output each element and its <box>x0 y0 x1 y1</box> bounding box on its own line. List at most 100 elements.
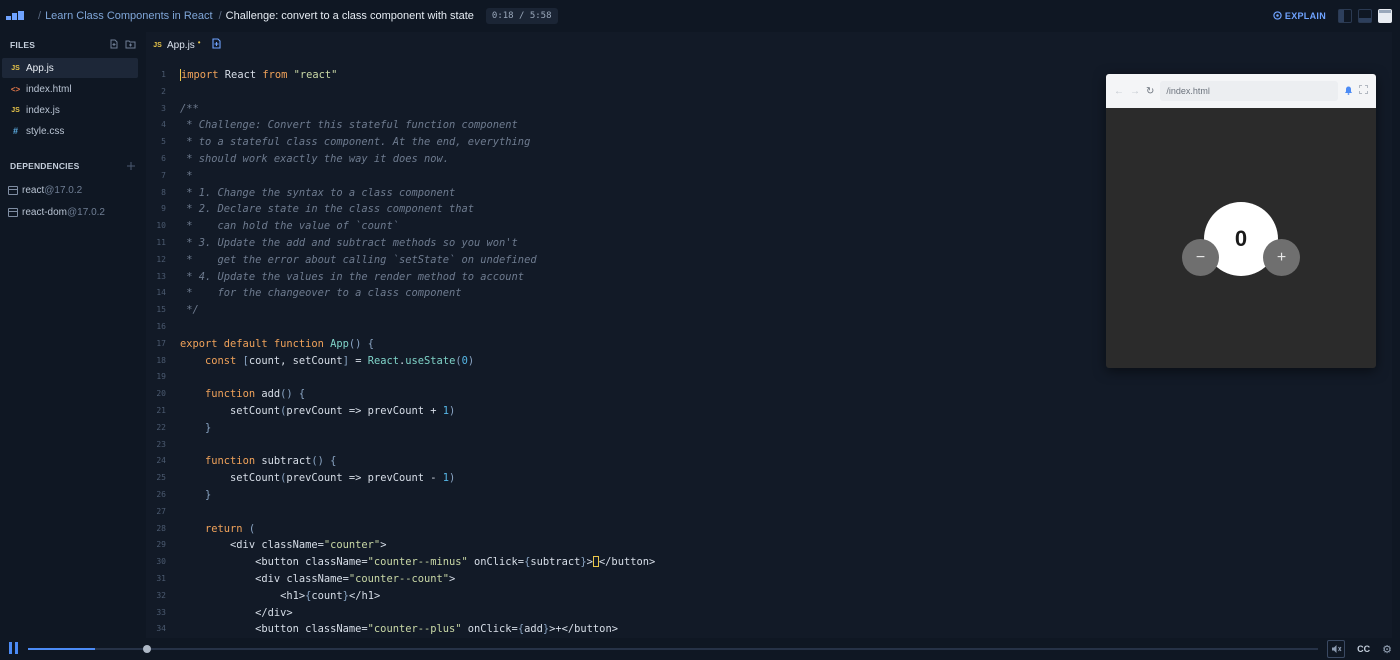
code-token: onClick= <box>467 556 525 569</box>
layout-fullscreen-icon[interactable] <box>1378 9 1392 23</box>
line-number: 2 <box>161 86 166 96</box>
line-number: 28 <box>156 523 166 533</box>
pause-icon[interactable] <box>9 642 21 656</box>
code-line: 24 function subtract() { <box>146 453 1392 470</box>
new-folder-icon[interactable] <box>125 39 136 52</box>
code-line: 23 <box>146 437 1392 454</box>
preview-address-bar: ← → ↻ /index.html <box>1106 74 1376 108</box>
captions-button[interactable]: CC <box>1357 644 1370 654</box>
code-line: 26 } <box>146 487 1392 504</box>
code-line: 28 return ( <box>146 521 1392 538</box>
file-item-index-js[interactable]: JS index.js <box>2 100 138 120</box>
preview-url-field[interactable]: /index.html <box>1160 81 1338 101</box>
counter-plus-button[interactable]: + <box>1263 239 1300 276</box>
new-file-icon[interactable] <box>109 39 119 52</box>
line-number: 33 <box>156 607 166 617</box>
code-line: 27 <box>146 504 1392 521</box>
code-token: prevCount => prevCount + <box>286 404 443 417</box>
line-number: 4 <box>161 120 166 130</box>
progress-track[interactable] <box>28 645 1318 653</box>
line-text: * 1. Change the syntax to a class compon… <box>180 185 455 202</box>
file-item-index-html[interactable]: <> index.html <box>2 79 138 99</box>
file-item-style-css[interactable]: # style.css <box>2 121 138 141</box>
expand-icon[interactable] <box>1359 85 1368 97</box>
line-number: 20 <box>156 389 166 399</box>
code-token: * can hold the value of `count` <box>180 220 399 233</box>
code-token: <button className= <box>180 623 368 636</box>
counter-minus-button[interactable]: − <box>1182 239 1219 276</box>
code-token: * <box>180 169 193 182</box>
breadcrumb-lesson-title: Challenge: convert to a class component … <box>225 10 474 22</box>
code-token: ) <box>449 472 456 485</box>
code-token: from <box>262 69 288 81</box>
line-text: * <box>180 168 193 185</box>
files-header: FILES <box>0 32 146 58</box>
unsaved-indicator: • <box>197 37 201 47</box>
code-token: } <box>205 488 212 501</box>
line-text: <button className="counter--plus" onClic… <box>180 621 618 638</box>
dependency-name: react <box>22 184 45 196</box>
line-number: 31 <box>156 573 166 583</box>
volume-icon[interactable] <box>1327 640 1346 658</box>
dependency-react-dom[interactable]: react-dom @17.0.2 <box>0 201 146 223</box>
forward-arrow-icon[interactable]: → <box>1130 86 1140 97</box>
line-number: 25 <box>156 473 166 483</box>
code-token: * 4. Update the values in the render met… <box>180 270 525 283</box>
code-token: count, setCount <box>248 354 343 367</box>
new-tab-icon[interactable] <box>211 38 222 52</box>
code-token: subtract <box>261 455 312 468</box>
code-token: * get the error about calling `setState`… <box>180 253 537 266</box>
dependency-list: react @17.0.2 react-dom @17.0.2 <box>0 179 146 223</box>
line-text: function add() { <box>180 386 305 403</box>
dependency-react[interactable]: react @17.0.2 <box>0 179 146 201</box>
code-token: ( <box>248 522 256 535</box>
top-bar: / Learn Class Components in React / Chal… <box>0 0 1400 32</box>
line-text: * 3. Update the add and subtract methods… <box>180 235 518 252</box>
bell-icon[interactable] <box>1344 85 1353 98</box>
tab-app-js[interactable]: JS App.js • <box>152 37 201 51</box>
browser-preview: ← → ↻ /index.html 0 − + <box>1106 74 1376 368</box>
code-line: 21 setCount(prevCount => prevCount + 1) <box>146 403 1392 420</box>
file-item-App-js[interactable]: JS App.js <box>2 58 138 78</box>
code-token: prevCount => prevCount - <box>286 472 443 485</box>
refresh-icon[interactable]: ↻ <box>1146 86 1154 97</box>
dependencies-header: DEPENDENCIES <box>0 153 146 179</box>
lesson-timer: 0:18 / 5:58 <box>485 8 558 24</box>
package-icon <box>8 185 18 195</box>
player-bar: CC ⚙ <box>0 638 1400 660</box>
code-token: <h1> <box>180 589 306 602</box>
breadcrumb-course-link[interactable]: Learn Class Components in React <box>45 10 213 22</box>
layout-bottom-icon[interactable] <box>1358 9 1372 23</box>
code-token: "react" <box>293 69 338 81</box>
breadcrumb-separator: / <box>38 10 42 22</box>
line-text: * to a stateful class component. At the … <box>180 134 530 151</box>
line-number: 23 <box>156 439 166 449</box>
layout-sidebar-icon[interactable] <box>1338 9 1352 23</box>
dependency-name: react-dom <box>22 206 68 218</box>
code-token: <button className= <box>180 556 368 569</box>
explain-button[interactable]: EXPLAIN <box>1273 10 1326 22</box>
progress-knob[interactable] <box>142 645 151 653</box>
line-text: * can hold the value of `count` <box>180 218 399 235</box>
code-token: "counter--count" <box>348 572 449 585</box>
line-text: * get the error about calling `setState`… <box>180 252 537 269</box>
code-token: > <box>380 539 387 552</box>
progress-fill <box>28 648 96 650</box>
file-name: index.js <box>26 104 60 116</box>
back-arrow-icon[interactable]: ← <box>1114 86 1124 97</box>
file-name: App.js <box>26 62 54 74</box>
code-token: ) <box>449 404 456 417</box>
code-token: add <box>524 623 543 636</box>
line-number: 8 <box>161 187 166 197</box>
code-token: function <box>205 455 262 468</box>
preview-canvas: 0 − + <box>1106 108 1376 368</box>
add-dependency-icon[interactable] <box>126 161 136 171</box>
gear-icon[interactable]: ⚙ <box>1382 643 1392 656</box>
scrimba-logo-icon[interactable] <box>0 0 32 32</box>
code-token: */ <box>180 304 199 317</box>
css-file-icon: # <box>12 126 18 136</box>
code-token: </h1> <box>348 589 381 602</box>
